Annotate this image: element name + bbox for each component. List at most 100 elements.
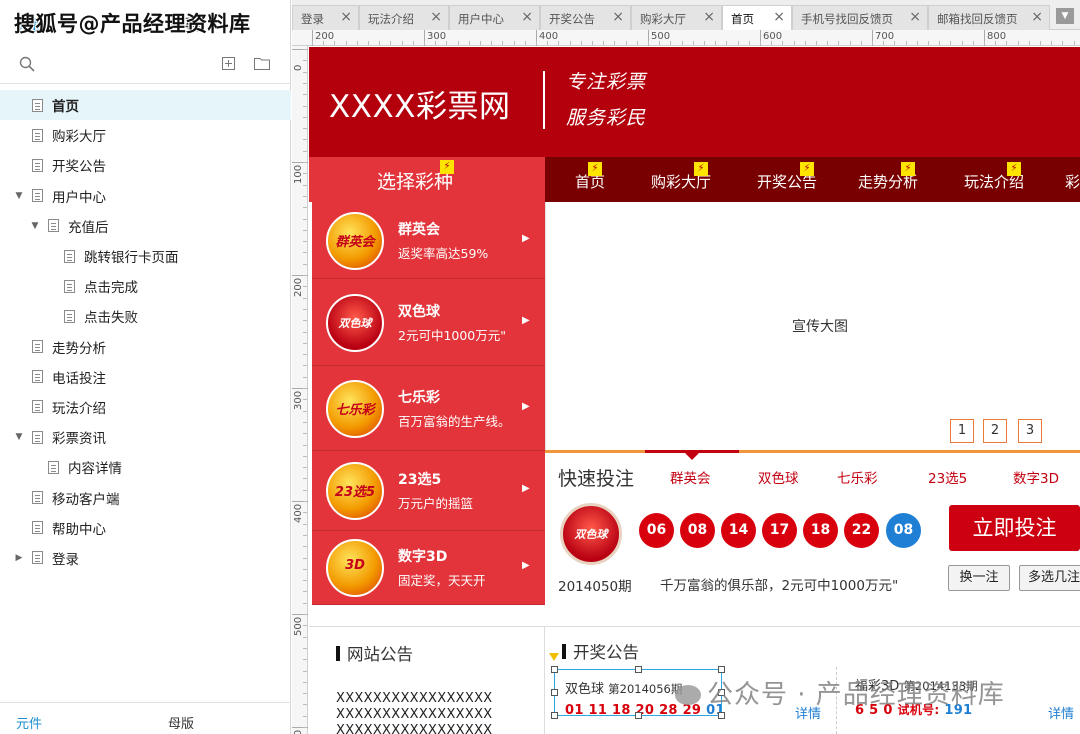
close-icon[interactable]: × [909,9,921,25]
header-divider [543,71,545,129]
lottery-item[interactable]: 23选5 23选5 万元户的摇篮 ▶ [312,451,545,531]
caret-right-icon[interactable]: ▶ [14,553,24,563]
ruler-minor-tick [816,41,817,45]
lottery-item[interactable]: 3D 数字3D 固定奖，天天开 ▶ [312,531,545,605]
add-folder-icon[interactable] [254,57,270,70]
banner-page-2[interactable]: 2 [983,419,1007,443]
page-icon [32,128,43,142]
ruler-minor-tick [961,41,963,45]
red-ball: 14 [721,513,756,548]
doc-tab[interactable]: 用户中心 × [449,5,540,30]
quick-tab-shuangseqiu[interactable]: 双色球 [758,467,799,487]
doc-tab[interactable]: 开奖公告 × [540,5,631,30]
sitemap-item[interactable]: 开奖公告 [0,150,291,180]
resize-handle-sw[interactable] [551,712,558,719]
close-icon[interactable]: × [1031,9,1043,25]
close-icon[interactable]: × [430,9,442,25]
resize-handle-s[interactable] [635,712,642,719]
resize-handle-w[interactable] [551,689,558,696]
doc-tab[interactable]: 手机号找回反馈页 × [792,5,928,30]
change-pick-button[interactable]: 换一注 [948,565,1010,591]
banner-page-1[interactable]: 1 [950,419,974,443]
page-icon [32,551,43,565]
slogan-line-1: 专注彩票 [566,71,647,93]
ruler-minor-tick [303,501,307,502]
quick-tab-3d[interactable]: 数字3D [1013,467,1059,487]
ruler-minor-tick [1051,41,1053,45]
banner-label: 宣传大图 [792,319,848,335]
sitemap-item[interactable]: 内容详情 [0,452,291,482]
ruler-minor-tick [303,693,307,695]
ruler-minor-tick [303,727,307,728]
nav-item[interactable]: 彩 [1065,171,1080,192]
search-icon[interactable] [19,56,35,72]
sitemap-item[interactable]: 走势分析 [0,332,291,362]
sitemap-item[interactable]: ▼ 用户中心 [0,181,291,211]
draw-card-2-detail-link[interactable]: 详情 [1048,703,1074,722]
sitemap-item[interactable]: 点击失败 [0,301,291,331]
ruler-minor-tick [715,41,717,45]
ruler-minor-tick [536,41,537,45]
resize-handle-n[interactable] [635,666,642,673]
lottery-item[interactable]: 七乐彩 七乐彩 百万富翁的生产线。 ▶ [312,366,545,451]
ruler-minor-tick [303,523,307,525]
add-page-icon[interactable] [222,57,235,70]
ruler-minor-tick [303,252,307,254]
close-icon[interactable]: × [773,9,785,25]
lottery-desc: 2元可中1000万元" [398,327,507,343]
quick-slogan: 千万富翁的俱乐部，2元可中1000万元" [660,578,899,594]
ruler-minor-tick [692,41,694,45]
resize-handle-se[interactable] [718,712,725,719]
sitemap-item[interactable]: 跳转银行卡页面 [0,241,291,271]
sitemap-item[interactable]: ▼ 彩票资讯 [0,422,291,452]
notice-line-2[interactable]: XXXXXXXXXXXXXXXXX [336,707,493,722]
sitemap-item[interactable]: 移动客户端 [0,482,291,512]
doc-tab[interactable]: 首页 × [722,5,792,31]
site-notice: 网站公告 XXXXXXXXXXXXXXXXX XXXXXXXXXXXXXXXXX… [309,627,545,734]
multi-pick-button[interactable]: 多选几注 [1019,565,1080,591]
anchor-marker-icon[interactable] [549,653,559,661]
banner-page-3[interactable]: 3 [1018,419,1042,443]
close-icon[interactable]: × [340,9,352,25]
site-logo[interactable]: XXXX彩票网 [329,81,510,126]
resize-handle-ne[interactable] [718,666,725,673]
resize-handle-nw[interactable] [551,666,558,673]
ruler-label: 500 [651,31,671,42]
sitemap-item[interactable]: ▶ 登录 [0,543,291,573]
caret-down-icon[interactable]: ▼ [14,432,24,442]
quick-tab-23xuan5[interactable]: 23选5 [928,467,967,487]
sitemap-item[interactable]: 点击完成 [0,271,291,301]
caret-down-icon[interactable]: ▼ [14,191,24,201]
notice-line-1[interactable]: XXXXXXXXXXXXXXXXX [336,691,493,706]
doc-tab[interactable]: 登录 × [292,5,359,30]
ruler-minor-tick [303,320,307,322]
tab-overflow-button[interactable]: ▼ [1056,8,1074,24]
sitemap-item[interactable]: 首页 [0,90,291,121]
close-icon[interactable]: × [612,9,624,25]
sitemap-item[interactable]: 电话投注 [0,362,291,392]
design-canvas[interactable]: XXXX彩票网 专注彩票 服务彩民 选择彩种 ⚡ 首页 ⚡ 购彩大厅 ⚡ 开奖公告 ⚡ 走势… [309,47,1080,734]
doc-tab[interactable]: 邮箱找回反馈页 × [928,5,1050,30]
tab-masters[interactable]: 母版 [168,713,194,732]
ruler-minor-tick [303,71,307,73]
sitemap-item[interactable]: 玩法介绍 [0,392,291,422]
bet-now-button[interactable]: 立即投注 [949,505,1080,551]
caret-down-icon[interactable]: ▼ [30,221,40,231]
doc-tab[interactable]: 玩法介绍 × [359,5,449,30]
doc-tab[interactable]: 购彩大厅 × [631,5,722,30]
sitemap-item[interactable]: ▼ 充值后 [0,211,291,241]
page-icon [32,521,43,535]
ruler-minor-tick [827,41,829,45]
ruler-minor-tick [303,670,307,672]
quick-tab-qilecai[interactable]: 七乐彩 [837,467,878,487]
lottery-item[interactable]: 双色球 双色球 2元可中1000万元" ▶ [312,279,545,366]
promo-banner[interactable]: 宣传大图 1 2 3 [545,202,1080,450]
sitemap-item[interactable]: 帮助中心 [0,513,291,543]
close-icon[interactable]: × [521,9,533,25]
close-icon[interactable]: × [703,9,715,25]
tab-widgets[interactable]: 元件 [16,713,42,732]
quick-tab-qunyinghui[interactable]: 群英会 [670,467,711,487]
sitemap-item[interactable]: 购彩大厅 [0,120,291,150]
lottery-item[interactable]: 群英会 群英会 返奖率高达59% ▶ [312,202,545,279]
notice-line-3[interactable]: XXXXXXXXXXXXXXXXX [336,723,493,734]
